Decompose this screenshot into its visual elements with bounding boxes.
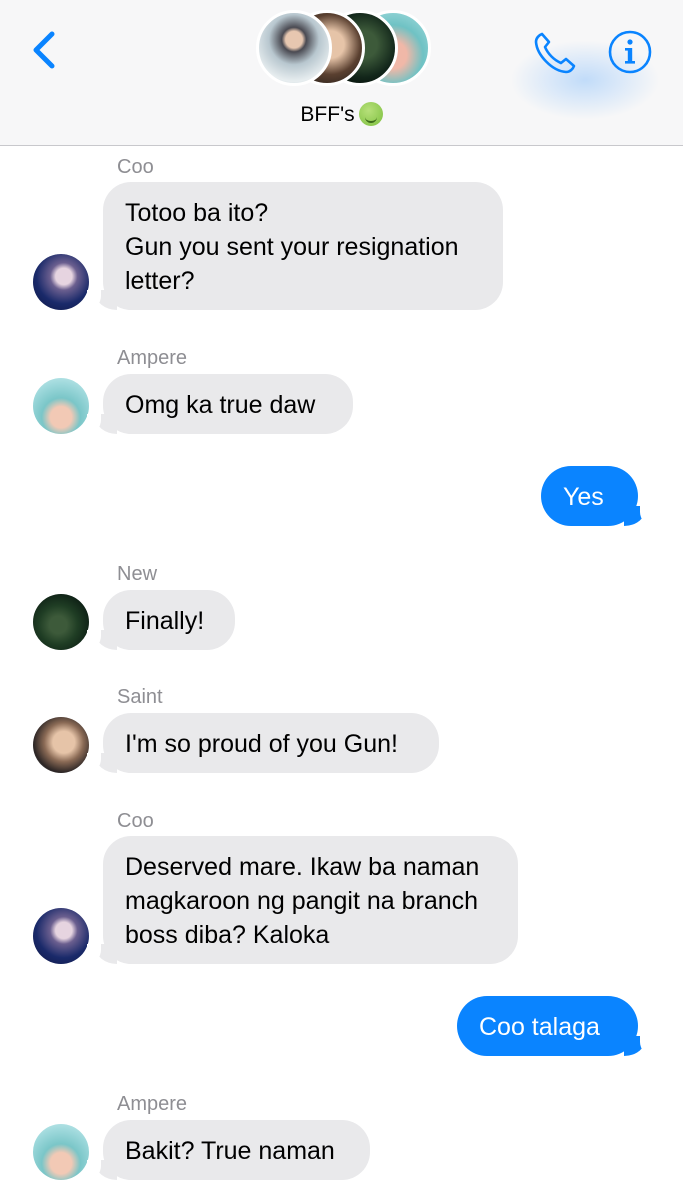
- avatar[interactable]: [33, 594, 89, 650]
- phone-icon[interactable]: [530, 28, 580, 78]
- avatar[interactable]: [33, 717, 89, 773]
- bubble-tail: [87, 944, 117, 964]
- bubble-tail: [624, 506, 654, 526]
- message-bubble[interactable]: Bakit? True naman: [103, 1120, 370, 1180]
- avatar[interactable]: [33, 254, 89, 310]
- group-avatar-stack[interactable]: [256, 10, 431, 86]
- message-bubble[interactable]: Deserved mare. Ikaw ba naman magkaroon n…: [103, 836, 518, 964]
- chat-header: BFF's: [0, 0, 683, 146]
- message-text: Totoo ba ito? Gun you sent your resignat…: [125, 199, 459, 295]
- message-bubble[interactable]: Finally!: [103, 590, 235, 650]
- sender-name: Saint: [117, 686, 163, 708]
- message-text: Omg ka true daw: [125, 391, 316, 419]
- message-bubble[interactable]: Totoo ba ito? Gun you sent your resignat…: [103, 182, 503, 310]
- chevron-left-icon[interactable]: [26, 30, 66, 70]
- avatar[interactable]: [33, 1124, 89, 1180]
- group-avatar: [256, 10, 332, 86]
- message-text: I'm so proud of you Gun!: [125, 730, 398, 758]
- message-text: Bakit? True naman: [125, 1137, 335, 1165]
- nauseated-face-icon: [358, 102, 383, 126]
- avatar[interactable]: [33, 378, 89, 434]
- sender-name: New: [117, 563, 158, 585]
- message-text: Coo talaga: [479, 1013, 600, 1041]
- sender-name: Ampere: [117, 347, 188, 369]
- message-bubble[interactable]: I'm so proud of you Gun!: [103, 713, 439, 773]
- avatar[interactable]: [33, 908, 89, 964]
- chat-title-text: BFF's: [300, 103, 355, 126]
- bubble-tail: [87, 1160, 117, 1180]
- message-text: Deserved mare. Ikaw ba naman magkaroon n…: [125, 853, 480, 949]
- info-icon[interactable]: [607, 29, 653, 75]
- bubble-tail: [624, 1036, 654, 1056]
- bubble-tail: [87, 290, 117, 310]
- sender-name: Coo: [117, 810, 154, 832]
- bubble-tail: [87, 753, 117, 773]
- bubble-tail: [87, 630, 117, 650]
- message-bubble[interactable]: Coo talaga: [457, 996, 638, 1056]
- chat-title[interactable]: BFF's: [0, 102, 683, 127]
- message-bubble[interactable]: Omg ka true daw: [103, 374, 353, 434]
- message-text: Yes: [563, 483, 604, 511]
- sender-name: Ampere: [117, 1093, 188, 1115]
- message-text: Finally!: [125, 607, 205, 635]
- sender-name: Coo: [117, 156, 154, 178]
- bubble-tail: [87, 414, 117, 434]
